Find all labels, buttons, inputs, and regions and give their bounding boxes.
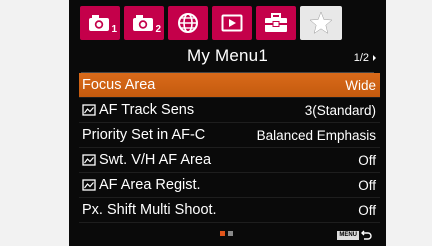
page-number: 1/2: [353, 52, 369, 64]
menu-item-af-area-regist[interactable]: AF Area Regist. Off: [79, 173, 380, 198]
menu-item-af-track-sens[interactable]: AF Track Sens 3(Standard): [79, 98, 380, 123]
playback-icon: [221, 14, 243, 32]
menu-item-priority-set-af-c[interactable]: Priority Set in AF-C Balanced Emphasis: [79, 123, 380, 148]
menu-item-label: Swt. V/H AF Area: [82, 152, 211, 168]
menu-item-label: Px. Shift Multi Shoot.: [82, 202, 217, 218]
menu-item-label: AF Area Regist.: [82, 177, 201, 193]
menu-item-focus-area[interactable]: Focus Area Wide: [79, 73, 380, 98]
menu-item-label: Focus Area: [82, 77, 156, 93]
tab-sub-number: 2: [155, 24, 161, 35]
menu-item-value: Off: [358, 202, 376, 218]
return-icon: [361, 230, 372, 240]
globe-icon: [178, 13, 198, 33]
menu-item-swt-vh-af-area[interactable]: Swt. V/H AF Area Off: [79, 148, 380, 173]
menu-item-value: Off: [358, 177, 376, 193]
movie-af-icon: [82, 104, 96, 116]
camera-icon: [89, 15, 109, 31]
tab-setup[interactable]: [256, 6, 296, 40]
menu-footer: MENU: [69, 224, 386, 244]
camera-menu-screen: 1 2 My Menu1 1/2 Focus Area Wide AF Trac…: [69, 0, 386, 246]
menu-item-label: AF Track Sens: [82, 102, 194, 118]
menu-back-hint: MENU: [337, 230, 372, 240]
movie-af-icon: [82, 179, 96, 191]
menu-item-label: Priority Set in AF-C: [82, 127, 206, 143]
menu-item-px-shift-multi-shoot[interactable]: Px. Shift Multi Shoot. Off: [79, 198, 380, 223]
tab-playback[interactable]: [212, 6, 252, 40]
tab-network[interactable]: [168, 6, 208, 40]
menu-tab-bar: 1 2: [69, 6, 386, 40]
movie-af-icon: [82, 154, 96, 166]
page-dot-inactive: [228, 231, 233, 236]
menu-item-value: Wide: [345, 77, 376, 93]
menu-item-value: Off: [358, 152, 376, 168]
menu-button-badge: MENU: [337, 230, 359, 240]
menu-item-value: Balanced Emphasis: [256, 127, 376, 143]
tab-sub-number: 1: [111, 24, 117, 35]
menu-item-value: 3(Standard): [304, 102, 376, 118]
page-dot-active: [220, 231, 225, 236]
chevron-right-icon: [373, 55, 376, 61]
camera-icon: [133, 15, 153, 31]
page-indicator: 1/2: [354, 52, 376, 64]
tab-camera-settings-2[interactable]: 2: [124, 6, 164, 40]
toolbox-icon: [265, 13, 287, 32]
menu-item-list: Focus Area Wide AF Track Sens 3(Standard…: [79, 73, 380, 223]
tab-camera-settings-1[interactable]: 1: [80, 6, 120, 40]
menu-title: My Menu1: [187, 46, 268, 65]
star-icon: [309, 11, 333, 34]
tab-my-menu[interactable]: [300, 6, 342, 40]
